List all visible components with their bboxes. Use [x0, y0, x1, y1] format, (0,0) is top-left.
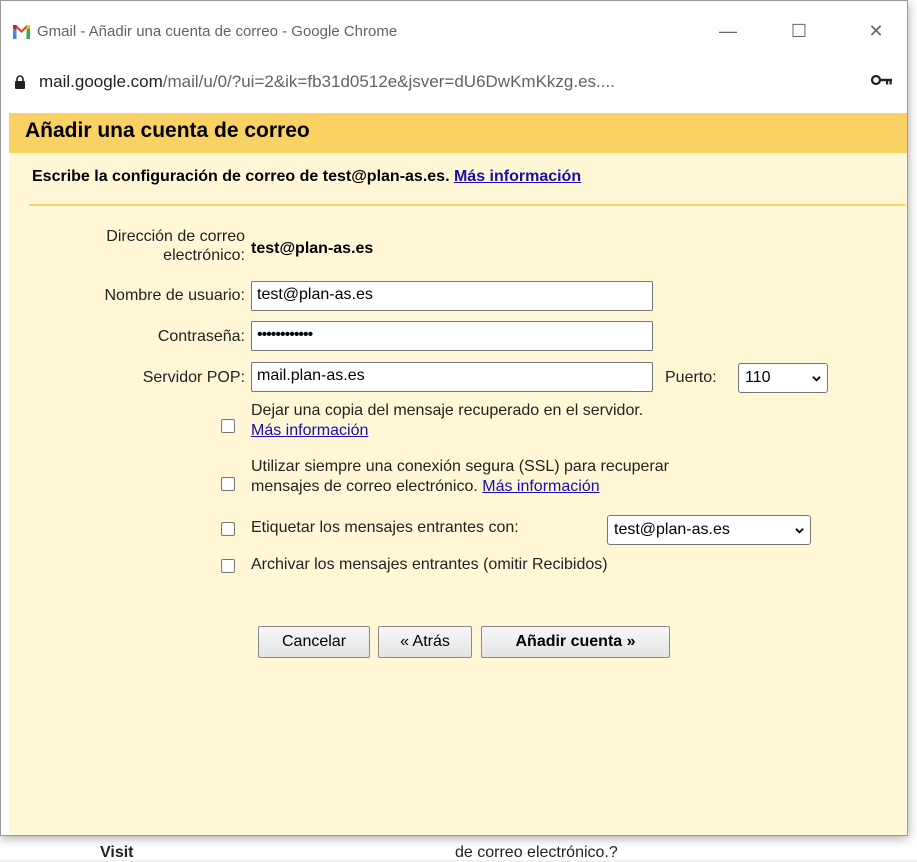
username-label: Nombre de usuario:	[104, 287, 245, 304]
gmail-icon	[13, 25, 30, 39]
port-label: Puerto:	[665, 369, 717, 386]
address-bar[interactable]: mail.google.com/mail/u/0/?ui=2&ik=fb31d0…	[1, 63, 907, 101]
leave-copy-checkbox[interactable]	[221, 419, 235, 433]
email-value: test@plan-as.es	[251, 240, 374, 257]
pop-server-label: Servidor POP:	[142, 369, 245, 386]
cancel-button[interactable]: Cancelar	[258, 626, 370, 658]
background-text-left: Visit	[100, 844, 134, 861]
email-label-line2: electrónico:	[163, 247, 245, 264]
username-input[interactable]: test@plan-as.es	[251, 281, 653, 311]
add-account-button[interactable]: Añadir cuenta »	[481, 626, 670, 658]
window-title: Gmail - Añadir una cuenta de correo - Go…	[37, 23, 398, 40]
leave-copy-text: Dejar una copia del mensaje recuperado e…	[251, 401, 643, 441]
ssl-text: Utilizar siempre una conexión segura (SS…	[251, 457, 669, 497]
label-incoming-text: Etiquetar los mensajes entrantes con:	[251, 519, 519, 536]
label-select-value: test@plan-as.es	[614, 521, 730, 538]
leave-copy-label: Dejar una copia del mensaje recuperado e…	[251, 402, 644, 419]
back-button[interactable]: « Atrás	[378, 626, 472, 658]
chevron-down-icon	[795, 527, 804, 534]
pop-server-input[interactable]: mail.plan-as.es	[251, 362, 653, 392]
key-icon[interactable]	[871, 73, 893, 87]
email-label-line1: Dirección de correo	[106, 228, 245, 245]
dialog-header: Añadir una cuenta de correo	[9, 113, 907, 153]
archive-checkbox[interactable]	[221, 559, 235, 573]
dialog-title: Añadir una cuenta de correo	[25, 119, 310, 142]
close-button[interactable]: ✕	[853, 15, 899, 47]
minimize-button[interactable]: —	[705, 15, 751, 47]
intro-label: Escribe la configuración de correo de te…	[32, 168, 450, 185]
popup-window: Gmail - Añadir una cuenta de correo - Go…	[0, 0, 908, 836]
maximize-button[interactable]: ☐	[776, 15, 822, 47]
lock-icon	[15, 75, 25, 89]
email-label: Dirección de correo electrónico:	[106, 227, 245, 265]
intro-more-info-link[interactable]: Más información	[454, 168, 581, 185]
password-label: Contraseña:	[157, 328, 245, 345]
port-select[interactable]: 110	[738, 363, 828, 393]
url-path: /mail/u/0/?ui=2&ik=fb31d0512e&jsver=dU6D…	[162, 72, 615, 91]
header-separator	[29, 204, 905, 206]
ssl-checkbox[interactable]	[221, 477, 235, 491]
title-bar: Gmail - Añadir una cuenta de correo - Go…	[1, 1, 907, 63]
port-value: 110	[745, 369, 771, 386]
background-page-edge	[908, 0, 917, 860]
label-select[interactable]: test@plan-as.es	[607, 515, 811, 545]
password-input[interactable]: ••••••••••••	[251, 321, 653, 351]
label-incoming-checkbox[interactable]	[221, 522, 235, 536]
chevron-down-icon	[812, 375, 821, 382]
ssl-label-line2: mensajes de correo electrónico.	[251, 478, 478, 495]
intro-text: Escribe la configuración de correo de te…	[32, 168, 581, 186]
archive-text: Archivar los mensajes entrantes (omitir …	[251, 556, 608, 573]
url-text: mail.google.com/mail/u/0/?ui=2&ik=fb31d0…	[39, 72, 615, 92]
ssl-label-line1: Utilizar siempre una conexión segura (SS…	[251, 458, 669, 475]
ssl-more-info-link[interactable]: Más información	[482, 478, 599, 495]
background-text-mid: de correo electrónico.?	[455, 844, 618, 861]
background-page-bottom: Visit de correo electrónico.?	[0, 836, 917, 861]
leave-copy-more-info-link[interactable]: Más información	[251, 422, 368, 439]
dialog-panel: Añadir una cuenta de correo Escribe la c…	[9, 113, 907, 835]
url-host: mail.google.com	[39, 72, 163, 91]
